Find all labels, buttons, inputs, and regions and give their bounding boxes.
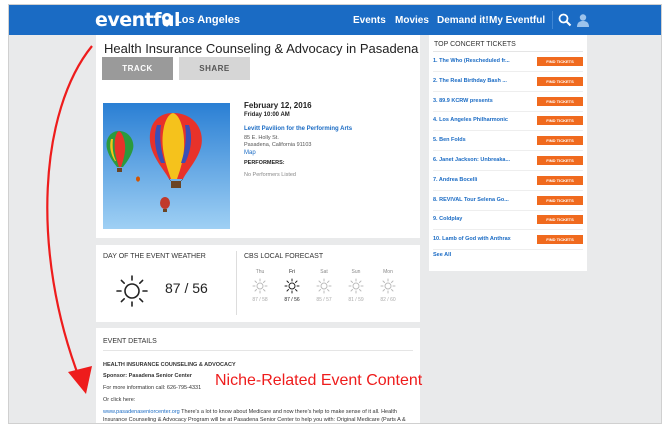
- ticket-row: 2. The Real Birthday Bash ... FIND TICKET…: [433, 73, 583, 93]
- forecast-day-label: Fri: [289, 269, 295, 275]
- forecast-day-temps: 81 / 59: [348, 297, 364, 303]
- forecast-day-temps: 82 / 60: [380, 297, 396, 303]
- ticket-event-link[interactable]: 1. The Who (Rescheduled fr...: [433, 58, 510, 64]
- search-icon[interactable]: [558, 13, 572, 27]
- ticket-event-link[interactable]: 4. Los Angeles Philharmonic: [433, 117, 508, 123]
- details-click-here: Or click here:: [103, 397, 136, 403]
- details-info: For more information call: 626-795-4331: [103, 385, 202, 391]
- ticket-event-link[interactable]: 6. Janet Jackson: Unbreaka...: [433, 157, 510, 163]
- find-tickets-button[interactable]: FIND TICKETS: [537, 215, 583, 225]
- forecast-day-label: Thu: [255, 269, 265, 275]
- details-body-line1: www.pasadenaseniorcenter.org There's a l…: [103, 409, 397, 415]
- forecast-sun-icon: [252, 278, 268, 299]
- ticket-row: 9. Coldplay FIND TICKETS: [433, 211, 583, 231]
- find-tickets-button[interactable]: FIND TICKETS: [537, 175, 583, 185]
- find-tickets-button[interactable]: FIND TICKETS: [537, 195, 583, 205]
- details-sponsor: Sponsor: Pasadena Senior Center: [103, 373, 192, 379]
- forecast-day-label: Mon: [383, 269, 393, 275]
- ticket-row: 5. Ben Folds FIND TICKETS: [433, 132, 583, 152]
- nav-link-my-eventful[interactable]: My Eventful: [489, 15, 545, 26]
- ticket-row: 6. Janet Jackson: Unbreaka... FIND TICKET…: [433, 152, 583, 172]
- senior-center-link[interactable]: www.pasadenaseniorcenter.org: [103, 409, 180, 415]
- nav-link-movies[interactable]: Movies: [395, 15, 429, 26]
- forecast-sun-icon: [380, 278, 396, 299]
- browser-frame: eventful Los Angeles Events Movies Deman…: [8, 4, 662, 424]
- weather-card: DAY OF THE EVENT WEATHER 87 / 56 CBS LOC…: [96, 245, 420, 322]
- forecast-day-temps: 87 / 58: [252, 297, 268, 303]
- find-tickets-button[interactable]: FIND TICKETS: [537, 116, 583, 126]
- details-event-name: HEALTH INSURANCE COUNSELING & ADVOCACY: [103, 362, 236, 368]
- ticket-event-link[interactable]: 10. Lamb of God with Anthrax: [433, 236, 511, 242]
- forecast-day-label: Sat: [320, 269, 328, 275]
- event-card: Health Insurance Counseling & Advocacy i…: [96, 35, 420, 238]
- forecast-day-label: Sun: [351, 269, 361, 275]
- details-heading: EVENT DETAILS: [103, 338, 157, 345]
- event-day-temperature: 87 / 56: [165, 280, 208, 296]
- find-tickets-button[interactable]: FIND TICKETS: [537, 136, 583, 146]
- tickets-divider: [433, 51, 583, 52]
- ticket-row-divider: [433, 249, 583, 251]
- sun-icon: [116, 275, 148, 307]
- ticket-event-link[interactable]: 7. Andrea Bocelli: [433, 177, 477, 183]
- ticket-event-link[interactable]: 9. Coldplay: [433, 216, 462, 222]
- ticket-row: 4. Los Angeles Philharmonic FIND TICKETS: [433, 112, 583, 132]
- concert-tickets-card: TOP CONCERT TICKETS 1. The Who (Reschedu…: [429, 35, 587, 271]
- event-date: February 12, 2016: [244, 101, 312, 110]
- weather-heading: DAY OF THE EVENT WEATHER: [103, 253, 206, 260]
- forecast-sun-icon: [316, 278, 332, 299]
- see-all-link[interactable]: See All: [433, 252, 451, 258]
- ticket-event-link[interactable]: 5. Ben Folds: [433, 137, 466, 143]
- find-tickets-button[interactable]: FIND TICKETS: [537, 156, 583, 165]
- ticket-row: 3. 89.9 KCRW presents FIND TICKETS: [433, 93, 583, 113]
- share-button[interactable]: SHARE: [179, 57, 250, 80]
- find-tickets-button[interactable]: FIND TICKETS: [537, 235, 583, 245]
- ticket-row: 1. The Who (Rescheduled fr... FIND TICKET…: [433, 53, 583, 73]
- forecast-heading: CBS LOCAL FORECAST: [244, 253, 324, 260]
- user-icon[interactable]: [576, 13, 590, 27]
- find-tickets-button[interactable]: FIND TICKETS: [537, 57, 583, 66]
- city-selector[interactable]: Los Angeles: [175, 14, 240, 26]
- location-pin-icon: [162, 13, 172, 27]
- ticket-row: 10. Lamb of God with Anthrax FIND TICKETS: [433, 231, 583, 251]
- track-button[interactable]: TRACK: [102, 57, 173, 80]
- tickets-heading: TOP CONCERT TICKETS: [434, 41, 516, 48]
- venue-address-line2: Pasadena, California 91103: [244, 142, 312, 148]
- find-tickets-button[interactable]: FIND TICKETS: [537, 96, 583, 106]
- weather-divider: [236, 251, 237, 315]
- nav-link-events[interactable]: Events: [353, 15, 386, 26]
- details-divider: [103, 350, 413, 351]
- map-link[interactable]: Map: [244, 150, 256, 156]
- annotation-caption: Niche-Related Event Content: [215, 372, 423, 389]
- ticket-row: 7. Andrea Bocelli FIND TICKETS: [433, 172, 583, 192]
- event-title: Health Insurance Counseling & Advocacy i…: [104, 41, 419, 56]
- forecast-day-temps: 87 / 56: [284, 297, 300, 303]
- performers-value: No Performers Listed: [244, 172, 296, 178]
- top-nav: eventful Los Angeles Events Movies Deman…: [9, 5, 661, 35]
- details-body-line2: Insurance Counseling & Advocacy Program …: [103, 417, 406, 423]
- venue-link[interactable]: Levitt Pavilion for the Performing Arts: [244, 126, 352, 132]
- ticket-row: 8. REVIVAL Tour Selena Go... FIND TICKETS: [433, 192, 583, 212]
- ticket-event-link[interactable]: 2. The Real Birthday Bash ...: [433, 78, 507, 84]
- forecast-sun-icon: [284, 278, 300, 299]
- venue-address-line1: 85 E. Holly St.: [244, 135, 279, 141]
- forecast-sun-icon: [348, 278, 364, 299]
- hot-air-balloons-image: [103, 103, 230, 229]
- nav-link-demand-it[interactable]: Demand it!: [437, 15, 489, 26]
- event-photo: [103, 103, 230, 229]
- find-tickets-button[interactable]: FIND TICKETS: [537, 76, 583, 86]
- event-time: Friday 10:00 AM: [244, 112, 290, 118]
- nav-divider: [552, 11, 553, 29]
- forecast-day-temps: 85 / 57: [316, 297, 332, 303]
- ticket-event-link[interactable]: 8. REVIVAL Tour Selena Go...: [433, 197, 509, 203]
- ticket-event-link[interactable]: 3. 89.9 KCRW presents: [433, 98, 493, 104]
- performers-label: PERFORMERS:: [244, 160, 285, 166]
